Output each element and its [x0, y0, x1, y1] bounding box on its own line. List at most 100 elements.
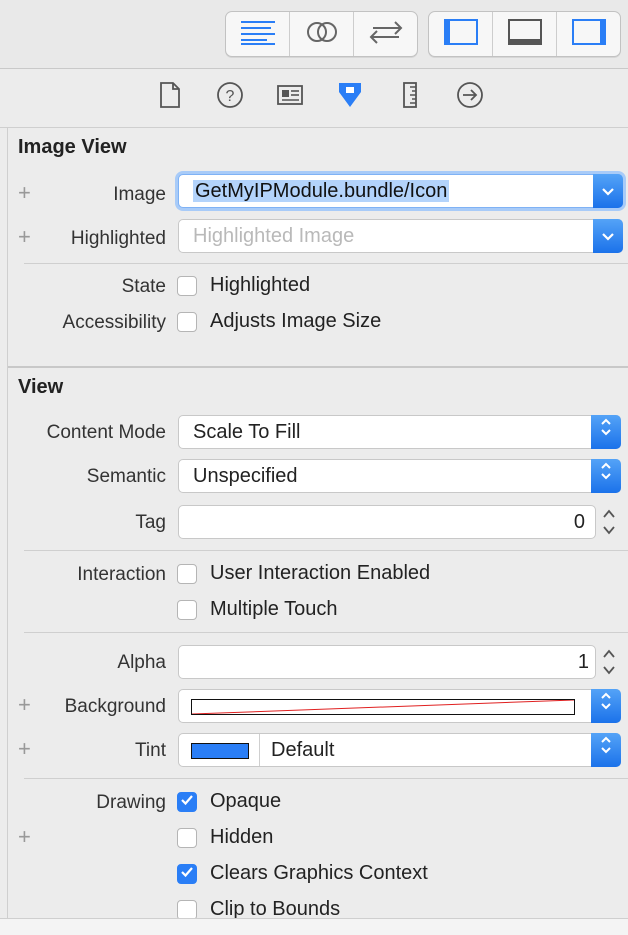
divider [24, 263, 628, 264]
semantic-value: Unspecified [193, 465, 298, 487]
user-interaction-enabled-checkbox[interactable] [177, 564, 197, 584]
background-add-variation-button[interactable]: + [18, 694, 31, 716]
navigator-toggle-button[interactable] [429, 12, 493, 56]
opaque-text: Opaque [210, 790, 282, 812]
semantic-label: Semantic [86, 466, 166, 487]
tag-label: Tag [135, 512, 166, 533]
adjusts-image-size-text: Adjusts Image Size [210, 310, 382, 332]
divider [24, 632, 628, 633]
assistant-editor-icon [305, 18, 339, 51]
content-mode-popup-arrows[interactable] [591, 415, 621, 449]
tab-file-inspector[interactable] [155, 81, 185, 112]
tint-value: Default [271, 739, 335, 761]
background-popup-arrows[interactable] [591, 689, 621, 723]
connections-inspector-icon [456, 81, 484, 114]
image-combo-box[interactable]: GetMyIPModule.bundle/Icon [178, 174, 623, 208]
attributes-inspector-icon [335, 80, 365, 115]
highlighted-label: Highlighted [70, 228, 166, 249]
alpha-value[interactable]: 1 [578, 651, 589, 673]
debug-area-icon [507, 18, 542, 50]
multiple-touch-text: Multiple Touch [210, 598, 338, 620]
stepper-icon [600, 509, 618, 543]
navigator-panel-icon [443, 18, 478, 50]
up-down-chevron-icon [599, 416, 613, 448]
highlighted-add-variation-button[interactable]: + [18, 226, 31, 248]
tab-connections-inspector[interactable] [455, 81, 485, 114]
highlighted-image-combo-box[interactable]: Highlighted Image [178, 219, 623, 253]
tint-label: Tint [135, 740, 166, 761]
image-add-variation-button[interactable]: + [18, 182, 31, 204]
opaque-checkbox[interactable] [177, 792, 197, 812]
inspector-tab-bar: ? [0, 69, 628, 128]
highlighted-dropdown-button[interactable] [593, 219, 623, 253]
hidden-add-variation-button[interactable]: + [18, 826, 31, 848]
background-label: Background [64, 696, 166, 717]
state-label: State [121, 276, 166, 297]
tint-color-swatch[interactable] [191, 743, 249, 759]
interaction-label: Interaction [77, 564, 166, 585]
editor-mode-segmented-control [225, 11, 418, 57]
up-down-chevron-icon [599, 734, 613, 766]
no-color-swatch [191, 699, 575, 715]
checkmark-icon [180, 793, 194, 811]
user-interaction-enabled-text: User Interaction Enabled [210, 562, 431, 584]
quick-help-icon: ? [216, 81, 244, 114]
tag-stepper[interactable] [600, 505, 618, 539]
chevron-down-icon [601, 175, 615, 207]
alpha-stepper[interactable] [600, 645, 618, 679]
up-down-chevron-icon [599, 460, 613, 492]
assistant-editor-button[interactable] [290, 12, 354, 56]
view-toggle-segmented-control [428, 11, 621, 57]
image-label: Image [113, 184, 166, 205]
stepper-icon [600, 649, 618, 683]
swatch-divider [259, 734, 260, 766]
svg-text:?: ? [226, 88, 235, 105]
highlighted-state-checkbox[interactable] [177, 276, 197, 296]
tint-color-popup[interactable]: Default [178, 733, 621, 767]
image-view-section-title: Image View [18, 136, 127, 158]
chevron-down-icon [601, 220, 615, 252]
semantic-popup[interactable]: Unspecified [178, 459, 621, 493]
attributes-inspector-panel: Image View + Image GetMyIPModule.bundle/… [0, 128, 628, 935]
content-mode-popup[interactable]: Scale To Fill [178, 415, 621, 449]
accessibility-label: Accessibility [62, 312, 166, 333]
clears-graphics-context-text: Clears Graphics Context [210, 862, 428, 884]
tag-field[interactable]: 0 [178, 505, 596, 539]
size-inspector-icon [400, 81, 420, 114]
tab-quick-help[interactable]: ? [215, 81, 245, 114]
highlighted-state-text: Highlighted [210, 274, 311, 296]
version-editor-button[interactable] [354, 12, 417, 56]
tag-value[interactable]: 0 [574, 511, 585, 533]
adjusts-image-size-checkbox[interactable] [177, 312, 197, 332]
tint-popup-arrows[interactable] [591, 733, 621, 767]
tab-identity-inspector[interactable] [275, 82, 305, 112]
content-mode-value: Scale To Fill [193, 421, 301, 443]
library-pane-edge [0, 918, 628, 935]
clip-to-bounds-checkbox[interactable] [177, 900, 197, 920]
image-dropdown-button[interactable] [593, 174, 623, 208]
standard-editor-button[interactable] [226, 12, 290, 56]
debug-area-toggle-button[interactable] [493, 12, 557, 56]
tint-add-variation-button[interactable]: + [18, 738, 31, 760]
up-down-chevron-icon [599, 690, 613, 722]
highlighted-image-placeholder: Highlighted Image [193, 225, 355, 247]
divider [24, 550, 628, 551]
semantic-popup-arrows[interactable] [591, 459, 621, 493]
identity-inspector-icon [276, 83, 304, 112]
section-divider [8, 366, 628, 368]
clears-graphics-context-checkbox[interactable] [177, 864, 197, 884]
image-value[interactable]: GetMyIPModule.bundle/Icon [193, 180, 450, 202]
tab-attributes-inspector[interactable] [335, 82, 365, 112]
hidden-text: Hidden [210, 826, 274, 848]
standard-editor-icon [239, 19, 277, 50]
background-color-popup[interactable] [178, 689, 621, 723]
checkmark-icon [180, 865, 194, 883]
multiple-touch-checkbox[interactable] [177, 600, 197, 620]
hidden-checkbox[interactable] [177, 828, 197, 848]
view-section-title: View [18, 376, 64, 398]
alpha-field[interactable]: 1 [178, 645, 596, 679]
version-editor-icon [367, 19, 405, 50]
utilities-toggle-button[interactable] [557, 12, 620, 56]
tab-size-inspector[interactable] [395, 81, 425, 114]
alpha-label: Alpha [117, 652, 166, 673]
